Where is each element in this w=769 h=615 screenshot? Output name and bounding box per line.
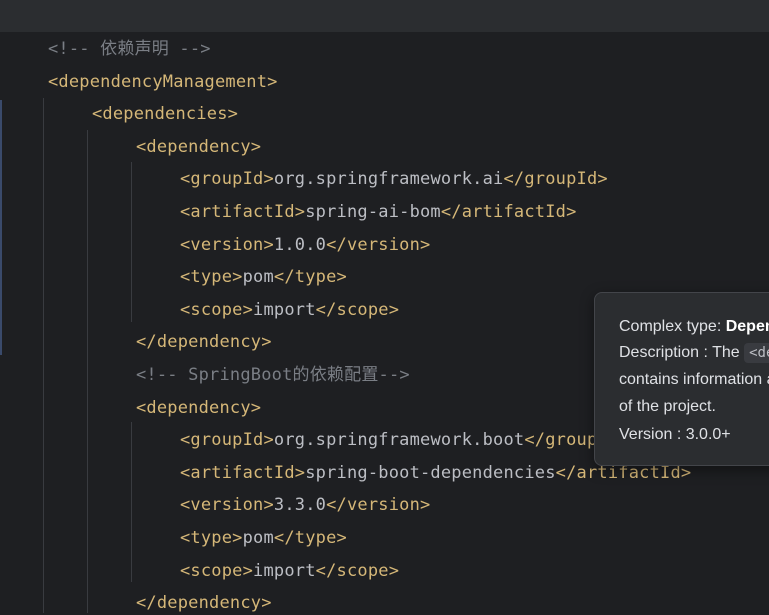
code-line[interactable]: <type>pom</type> <box>180 265 347 289</box>
xml-tag: <dependency> <box>136 398 262 418</box>
xml-text: org.springframework.ai <box>273 169 504 189</box>
description-label: Description : The <box>619 344 745 361</box>
xml-tag: </artifactId> <box>555 463 692 483</box>
xml-text: pom <box>242 528 274 548</box>
xml-tag: </dependency> <box>136 332 272 352</box>
xml-tag: <type> <box>180 267 243 287</box>
xml-text: org.springframework.boot <box>273 430 525 450</box>
xml-tag: <artifactId> <box>180 202 306 222</box>
code-line[interactable]: <groupId>org.springframework.ai</groupId… <box>180 167 608 191</box>
complex-type-value: Dependency <box>725 318 769 335</box>
code-line[interactable]: <type>pom</type> <box>180 526 347 550</box>
xml-tag: <dependencyManagement> <box>48 72 278 92</box>
code-line[interactable]: <dependency> <box>136 135 261 159</box>
xml-comment: <!-- 依赖声明 --> <box>48 39 211 59</box>
indent-guide-1 <box>43 98 44 613</box>
xml-tag: <artifactId> <box>180 463 306 483</box>
code-line[interactable]: <!-- 依赖声明 --> <box>48 37 211 61</box>
code-line[interactable]: <scope>import</scope> <box>180 298 399 322</box>
code-line[interactable]: <artifactId>spring-ai-bom</artifactId> <box>180 200 577 224</box>
code-line[interactable]: <dependencies> <box>92 102 238 126</box>
xml-text: spring-boot-dependencies <box>305 463 556 483</box>
indent-guide-3a <box>131 162 132 322</box>
editor-tab-bar <box>0 0 769 32</box>
code-line[interactable]: <!-- SpringBoot的依赖配置--> <box>136 363 410 387</box>
xml-text: 1.0.0 <box>273 235 327 255</box>
xml-tag: </type> <box>273 267 347 287</box>
tooltip-complex-type: Complex type: Dependency <box>619 317 769 337</box>
code-line[interactable]: <dependencyManagement> <box>48 70 278 94</box>
code-line[interactable]: <version>3.3.0</version> <box>180 493 430 517</box>
code-line[interactable]: </dependency> <box>136 330 272 354</box>
xml-tag: </scope> <box>315 300 400 320</box>
code-line[interactable]: <scope>import</scope> <box>180 559 399 583</box>
xml-text: import <box>253 561 316 581</box>
xml-comment: <!-- SpringBoot的依赖配置--> <box>136 365 410 385</box>
description-code: <dependency> <box>744 343 769 363</box>
code-line[interactable]: </dependency> <box>136 591 272 615</box>
xml-text: spring-ai-bom <box>305 202 441 222</box>
xml-tag: <dependency> <box>136 137 262 157</box>
xml-text: pom <box>242 267 274 287</box>
xml-tag: <type> <box>180 528 243 548</box>
code-line[interactable]: <dependency> <box>136 396 261 420</box>
indent-guide-3b <box>131 422 132 582</box>
xml-tag: </dependency> <box>136 593 272 613</box>
xml-tag: <scope> <box>180 561 254 581</box>
xml-tag: <version> <box>180 495 274 515</box>
xml-tag: </version> <box>326 495 431 515</box>
xml-tag: <dependencies> <box>92 104 239 124</box>
xml-tag: <groupId> <box>180 169 274 189</box>
tooltip-description-line2: contains information about a dependency <box>619 371 769 388</box>
xml-text: import <box>253 300 316 320</box>
tooltip-description: Description : The <dependency> <box>619 343 769 363</box>
complex-type-label: Complex type: <box>619 318 726 335</box>
xml-tag: </scope> <box>315 561 400 581</box>
tooltip-description-line3: of the project. <box>619 398 716 415</box>
code-line[interactable]: <groupId>org.springframework.boot</group… <box>180 428 629 452</box>
indent-guide-2 <box>87 130 88 613</box>
xml-text: 3.3.0 <box>273 495 327 515</box>
code-line[interactable]: <version>1.0.0</version> <box>180 233 430 257</box>
xml-tag: </type> <box>273 528 347 548</box>
tooltip-version: Version : 3.0.0+ <box>619 426 731 443</box>
xml-tag: <groupId> <box>180 430 274 450</box>
gutter-change-marker <box>0 100 2 355</box>
xml-tag: </artifactId> <box>440 202 577 222</box>
documentation-tooltip: Complex type: Dependency Description : T… <box>594 292 769 466</box>
xml-tag: <version> <box>180 235 274 255</box>
xml-tag: <scope> <box>180 300 254 320</box>
xml-tag: </groupId> <box>503 169 608 189</box>
xml-tag: </version> <box>326 235 431 255</box>
